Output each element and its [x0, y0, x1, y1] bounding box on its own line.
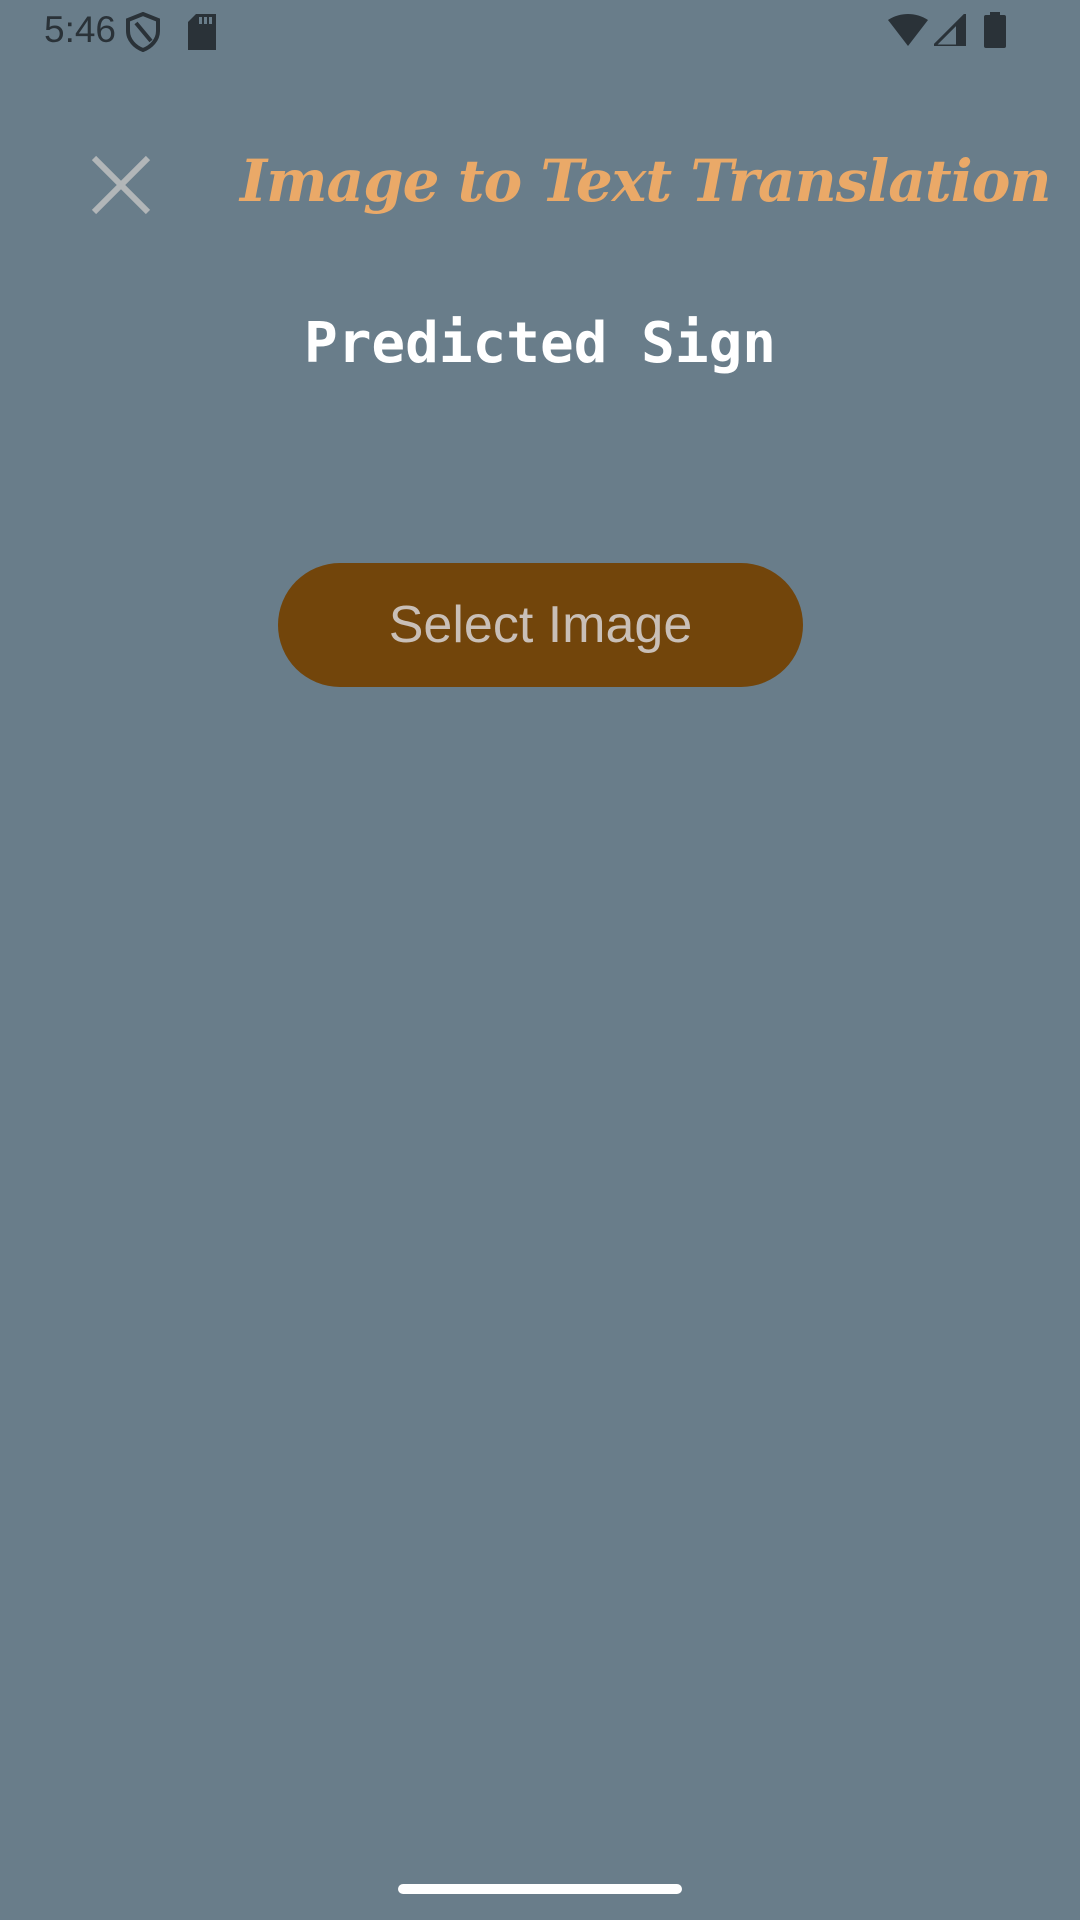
close-icon	[91, 155, 151, 215]
shield-icon	[124, 11, 162, 56]
status-bar: 5:46	[0, 0, 1080, 64]
close-button[interactable]	[88, 152, 154, 218]
status-time: 5:46	[44, 9, 117, 50]
sd-card-icon	[188, 14, 216, 54]
predicted-sign-label: Predicted Sign	[303, 311, 776, 376]
select-image-button[interactable]: Select Image	[278, 563, 803, 687]
cellular-signal-icon	[930, 10, 968, 50]
battery-icon	[984, 12, 1006, 52]
wifi-icon	[888, 14, 928, 50]
page-title: Image to Text Translation	[240, 147, 1052, 215]
home-indicator[interactable]	[398, 1884, 682, 1894]
